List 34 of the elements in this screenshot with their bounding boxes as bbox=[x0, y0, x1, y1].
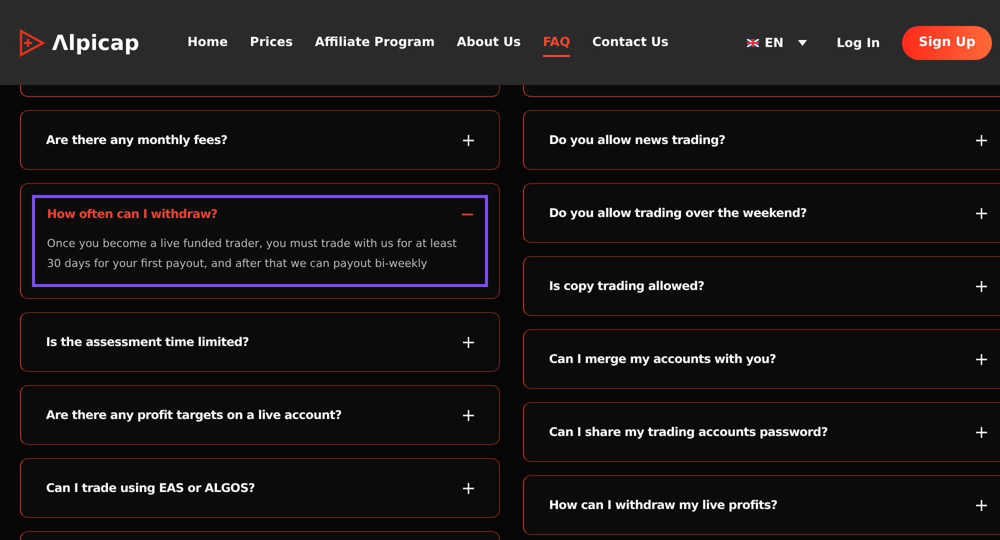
faq-question[interactable]: How often can I withdraw? bbox=[47, 207, 218, 221]
plus-icon[interactable] bbox=[463, 336, 474, 348]
faq-question[interactable]: How can I withdraw my live profits? bbox=[549, 498, 778, 512]
plus-icon[interactable] bbox=[463, 482, 474, 494]
nav-link[interactable]: About Us bbox=[456, 28, 521, 57]
plus-icon[interactable] bbox=[976, 500, 987, 510]
nav-link[interactable]: Home bbox=[187, 28, 228, 57]
nav-link[interactable]: FAQ bbox=[542, 28, 570, 57]
nav-link[interactable]: Prices bbox=[250, 28, 293, 57]
plus-icon[interactable] bbox=[976, 208, 987, 218]
nav-link[interactable]: Affiliate Program bbox=[314, 28, 435, 57]
faq-question[interactable]: Do you allow news trading? bbox=[549, 133, 726, 147]
plus-icon[interactable] bbox=[976, 280, 987, 292]
faq-answer: Once you become a live funded trader, you must trade with us for at least 30 days for your first payout, and after that we can payout bi-weekly bbox=[47, 236, 458, 272]
faq-question[interactable]: Can I trade using EAS or ALGOS? bbox=[46, 481, 255, 495]
faq-question[interactable]: Are there any profit targets on a live account? bbox=[46, 408, 342, 422]
faq-question[interactable]: Are there any monthly fees? bbox=[46, 133, 228, 147]
flag-icon bbox=[746, 38, 759, 46]
caret-icon[interactable] bbox=[798, 40, 807, 46]
plus-icon[interactable] bbox=[976, 354, 987, 364]
login-link[interactable]: Log In bbox=[836, 35, 880, 50]
plus-icon[interactable] bbox=[463, 134, 474, 146]
plus-icon[interactable] bbox=[976, 426, 987, 438]
nav-link[interactable]: Contact Us bbox=[592, 28, 669, 57]
brand-name: Λlpicap bbox=[52, 30, 140, 54]
logo-icon bbox=[18, 28, 46, 58]
plus-icon[interactable] bbox=[976, 134, 987, 146]
faq-question[interactable]: Is the assessment time limited? bbox=[46, 335, 249, 349]
faq-question[interactable]: Can I share my trading accounts password? bbox=[549, 425, 828, 439]
faq-question[interactable]: Is copy trading allowed? bbox=[549, 279, 704, 293]
plus-icon[interactable] bbox=[463, 410, 474, 420]
faq-question[interactable]: Do you allow trading over the weekend? bbox=[549, 206, 807, 220]
faq-question[interactable]: Can I merge my accounts with you? bbox=[549, 352, 776, 366]
language-label[interactable]: EN bbox=[764, 35, 784, 50]
